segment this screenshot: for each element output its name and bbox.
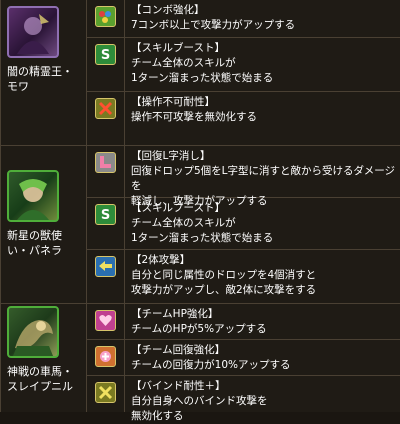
no-control-resist-icon — [95, 97, 116, 119]
awakening-desc: チーム全体のスキルが — [131, 217, 236, 229]
awakening-row: S 【スキルブースト】 チーム全体のスキルが 1ターン溜まった状態で始まる — [87, 38, 400, 92]
awakening-desc: 自分自身へのバインド攻撃を — [131, 395, 268, 407]
monster-group: 神戦の車馬・スレイプニル 【チームHP強化】 チームのHPが5%アップする 【チ… — [1, 304, 400, 422]
awakening-row: S 【スキルブースト】 チーム全体のスキルが 1ターン溜まった状態で始まる — [87, 198, 400, 250]
awakening-title: 【2体攻撃】 — [131, 254, 191, 266]
awakening-row: 【回復L字消し】 回復ドロップ5個をL字型に消すと敵から受けるダメージを 軽減し… — [87, 146, 400, 207]
awakening-table: 闇の精霊王・モワ 【コンボ強化】 7コンボ以上で攻撃力がアップする S 【スキル… — [0, 0, 400, 422]
monster-group: 闇の精霊王・モワ 【コンボ強化】 7コンボ以上で攻撃力がアップする S 【スキル… — [1, 0, 400, 146]
monster-group: 新星の獣使い・パネラ 【回復L字消し】 回復ドロップ5個をL字型に消すと敵から受… — [1, 146, 400, 304]
monster-name: 新星の獣使い・パネラ — [7, 229, 62, 257]
awakening-desc: 無効化する — [131, 410, 184, 422]
monster-portrait[interactable] — [7, 170, 59, 222]
awakening-desc: 回復ドロップ5個をL字型に消すと敵から受けるダメージを — [131, 165, 396, 192]
awakening-desc: 操作不可攻撃を無効化する — [131, 110, 257, 123]
awakening-row: 【コンボ強化】 7コンボ以上で攻撃力がアップする — [87, 0, 400, 38]
awakening-title: 【操作不可耐性】 — [131, 95, 215, 108]
awakening-desc: チームの回復力が10%アップする — [131, 359, 291, 371]
awakening-row: 【操作不可耐性】 操作不可攻撃を無効化する — [87, 91, 400, 145]
awakening-title: 【スキルブースト】 — [131, 42, 225, 54]
awakening-title: 【チームHP強化】 — [131, 308, 219, 320]
monster-cell: 神戦の車馬・スレイプニル — [1, 304, 87, 412]
monster-name: 闇の精霊王・モワ — [7, 65, 73, 93]
team-hp-icon — [95, 310, 116, 331]
monster-cell: 闇の精霊王・モワ — [1, 0, 87, 145]
awakening-desc: 1ターン溜まった状態で始まる — [131, 72, 274, 84]
monster-portrait[interactable] — [7, 306, 59, 358]
awakening-desc: 攻撃力がアップし、敵2体に攻撃をする — [131, 284, 317, 296]
awakening-row: 【チームHP強化】 チームのHPが5%アップする — [87, 304, 400, 340]
skill-boost-icon: S — [95, 204, 116, 225]
awakening-title: 【回復L字消し】 — [131, 150, 211, 162]
awakening-title: 【バインド耐性＋】 — [131, 380, 226, 392]
combo-boost-icon — [95, 6, 116, 27]
awakening-title: 【スキルブースト】 — [131, 202, 225, 214]
awakening-title: 【チーム回復強化】 — [131, 344, 226, 356]
awakening-row: 【チーム回復強化】 チームの回復力が10%アップする — [87, 340, 400, 376]
l-shape-heal-icon — [95, 152, 116, 173]
monster-cell: 新星の獣使い・パネラ — [1, 146, 87, 303]
bind-resist-plus-icon — [95, 382, 116, 403]
skill-boost-icon: S — [95, 44, 116, 65]
awakening-desc: チームのHPが5%アップする — [131, 323, 267, 335]
awakening-title: 【コンボ強化】 — [131, 4, 205, 16]
awakening-desc: 1ターン溜まった状態で始まる — [131, 232, 274, 244]
monster-name: 神戦の車馬・スレイプニル — [7, 365, 73, 393]
svg-text:S: S — [101, 208, 110, 223]
svg-text:S: S — [101, 48, 110, 63]
awakening-row: 【2体攻撃】 自分と同じ属性のドロップを4個消すと 攻撃力がアップし、敵2体に攻… — [87, 250, 400, 303]
awakening-desc: 7コンボ以上で攻撃力がアップする — [131, 19, 296, 31]
two-way-attack-icon — [95, 256, 116, 277]
awakening-desc: チーム全体のスキルが — [131, 57, 236, 69]
monster-portrait[interactable] — [7, 6, 59, 58]
awakening-row: 【バインド耐性＋】 自分自身へのバインド攻撃を 無効化する — [87, 376, 400, 422]
awakening-desc: 自分と同じ属性のドロップを4個消すと — [131, 269, 317, 281]
team-rcv-icon — [95, 346, 116, 367]
